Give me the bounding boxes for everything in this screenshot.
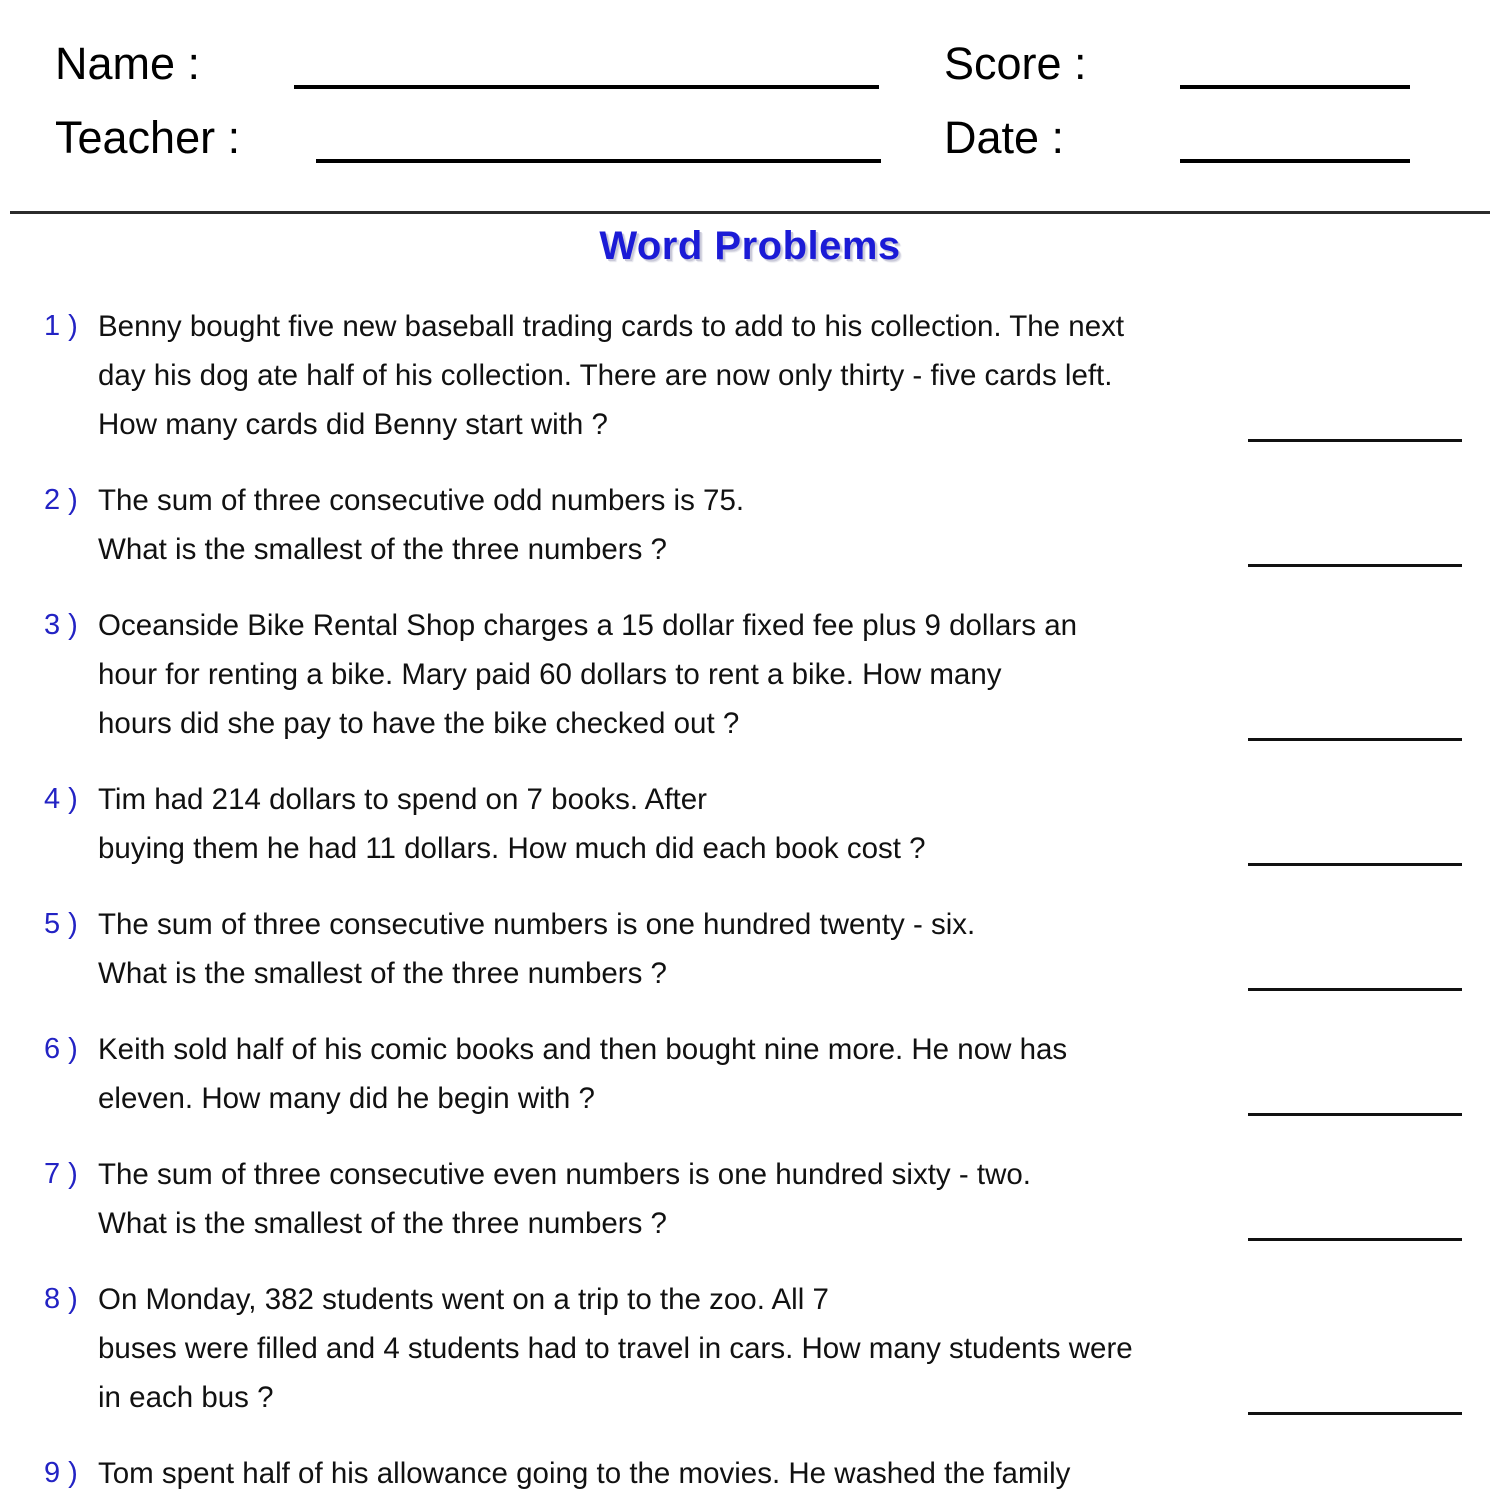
answer-blank-line[interactable] [1248, 988, 1462, 991]
problem-text-line: Oceanside Bike Rental Shop charges a 15 … [98, 609, 1078, 642]
problem-list: 1 ) Benny bought five new baseball tradin… [0, 0, 1500, 1500]
problem-text-line: On Monday, 382 students went on a trip t… [98, 1283, 829, 1316]
problem-text: The sum of three consecutive even number… [98, 1150, 1224, 1248]
problem-text-line: The sum of three consecutive even number… [98, 1158, 1031, 1191]
problem-text-line: Tom spent half of his allowance going to… [98, 1457, 1071, 1490]
problem-text: Tim had 214 dollars to spend on 7 books.… [98, 775, 1224, 873]
problem-text-line: Keith sold half of his comic books and t… [98, 1033, 1068, 1066]
problem-number: 5 ) [44, 908, 78, 940]
problem-text-line: hours did she pay to have the bike check… [98, 707, 740, 740]
problem-text: Benny bought five new baseball trading c… [98, 302, 1224, 449]
problem-number: 9 ) [44, 1457, 78, 1489]
problem-text: On Monday, 382 students went on a trip t… [98, 1275, 1224, 1422]
answer-blank-line[interactable] [1248, 1238, 1462, 1241]
problem-text-line: The sum of three consecutive numbers is … [98, 908, 976, 941]
problem-number: 8 ) [44, 1283, 78, 1315]
problem-text-line: buses were filled and 4 students had to … [98, 1332, 1133, 1365]
answer-blank-line[interactable] [1248, 738, 1462, 741]
problem-number: 1 ) [44, 310, 78, 342]
problem-text-line: What is the smallest of the three number… [98, 533, 667, 566]
answer-blank-line[interactable] [1248, 439, 1462, 442]
answer-blank-line[interactable] [1248, 1113, 1462, 1116]
problem-text-line: hour for renting a bike. Mary paid 60 do… [98, 658, 1002, 691]
problem-item: 7 ) The sum of three consecutive even num… [44, 1150, 1224, 1248]
answer-blank-line[interactable] [1248, 564, 1462, 567]
problem-text-line: buying them he had 11 dollars. How much … [98, 832, 926, 865]
problem-text-line: What is the smallest of the three number… [98, 1207, 667, 1240]
problem-number: 4 ) [44, 783, 78, 815]
problem-item: 9 ) Tom spent half of his allowance going… [44, 1449, 1224, 1498]
problem-text: Tom spent half of his allowance going to… [98, 1449, 1224, 1498]
problem-item: 5 ) The sum of three consecutive numbers … [44, 900, 1224, 998]
problem-text-line: What is the smallest of the three number… [98, 957, 667, 990]
problem-text-line: in each bus ? [98, 1381, 274, 1414]
problem-number: 6 ) [44, 1033, 78, 1065]
problem-item: 8 ) On Monday, 382 students went on a tri… [44, 1275, 1224, 1422]
problem-item: 6 ) Keith sold half of his comic books an… [44, 1025, 1224, 1123]
problem-text-line: eleven. How many did he begin with ? [98, 1082, 595, 1115]
problem-text: Oceanside Bike Rental Shop charges a 15 … [98, 601, 1224, 748]
problem-item: 3 ) Oceanside Bike Rental Shop charges a … [44, 601, 1224, 748]
problem-item: 1 ) Benny bought five new baseball tradin… [44, 302, 1224, 449]
problem-text-line: Benny bought five new baseball trading c… [98, 310, 1125, 343]
problem-text: The sum of three consecutive numbers is … [98, 900, 1224, 998]
problem-item: 2 ) The sum of three consecutive odd numb… [44, 476, 1224, 574]
answer-blank-line[interactable] [1248, 1412, 1462, 1415]
problem-text: The sum of three consecutive odd numbers… [98, 476, 1224, 574]
problem-number: 3 ) [44, 609, 78, 641]
problem-text-line: How many cards did Benny start with ? [98, 408, 608, 441]
problem-number: 2 ) [44, 484, 78, 516]
problem-text: Keith sold half of his comic books and t… [98, 1025, 1224, 1123]
problem-item: 4 ) Tim had 214 dollars to spend on 7 boo… [44, 775, 1224, 873]
answer-blank-line[interactable] [1248, 863, 1462, 866]
problem-number: 7 ) [44, 1158, 78, 1190]
problem-text-line: day his dog ate half of his collection. … [98, 359, 1113, 392]
problem-text-line: Tim had 214 dollars to spend on 7 books.… [98, 783, 707, 816]
problem-text-line: The sum of three consecutive odd numbers… [98, 484, 745, 517]
